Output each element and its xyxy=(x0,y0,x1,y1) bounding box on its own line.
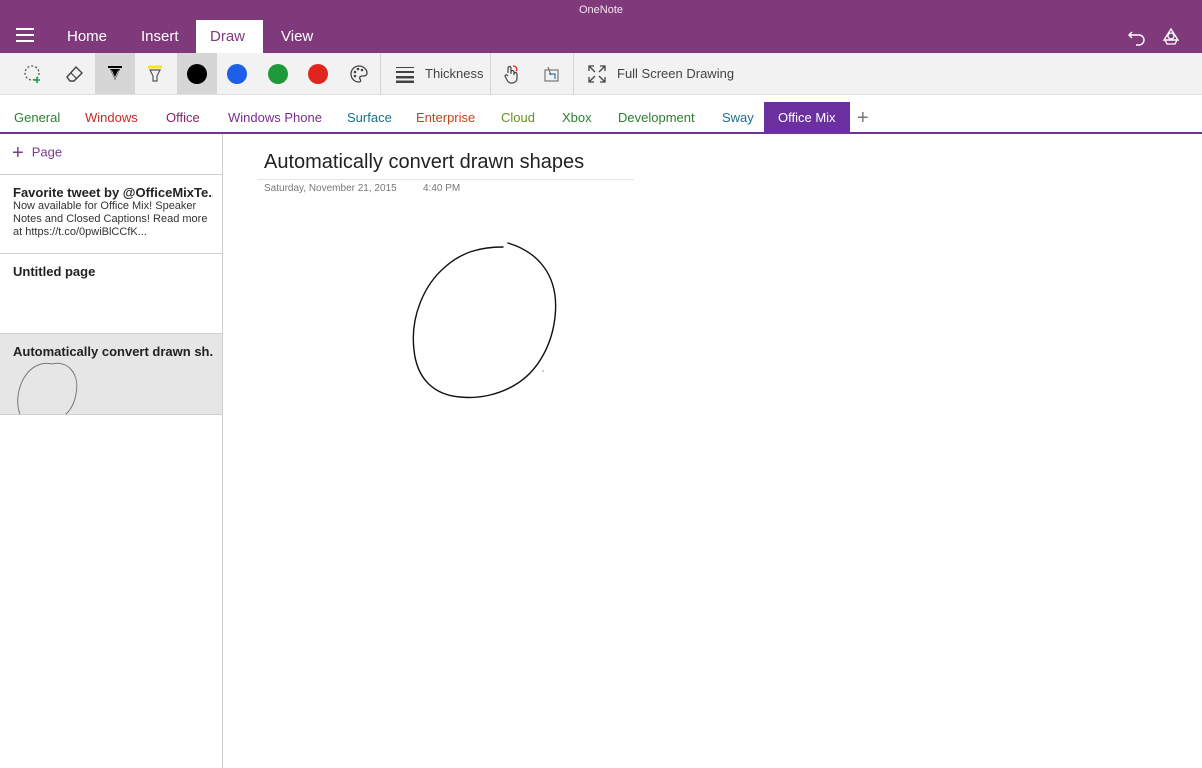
thickness-label[interactable]: Thickness xyxy=(425,66,484,81)
page-list-item-title: Favorite tweet by @OfficeMixTe... xyxy=(13,185,213,200)
sync-notebook-icon[interactable] xyxy=(1161,26,1181,46)
draw-with-touch-tool[interactable] xyxy=(491,53,531,94)
touch-draw-icon xyxy=(504,64,518,84)
page-list-item-title: Automatically convert drawn sh... xyxy=(13,344,213,359)
highlighter-icon xyxy=(148,65,162,82)
tab-view[interactable]: View xyxy=(267,20,327,53)
pen-icon xyxy=(108,65,122,80)
color-red-swatch[interactable] xyxy=(298,53,338,94)
color-green-swatch[interactable] xyxy=(258,53,298,94)
thickness-tool[interactable] xyxy=(385,53,425,94)
toolbar-separator xyxy=(573,53,574,94)
page-list-item-preview: Now available for Office Mix! Speaker No… xyxy=(13,200,208,238)
section-tab-office[interactable]: Office xyxy=(166,102,200,133)
ink-to-shape-tool[interactable] xyxy=(532,53,572,94)
add-page-label: Page xyxy=(31,144,63,160)
tab-home[interactable]: Home xyxy=(53,20,121,53)
pen-tool[interactable] xyxy=(95,53,135,94)
full-screen-drawing-label[interactable]: Full Screen Drawing xyxy=(617,66,734,81)
section-tab-surface[interactable]: Surface xyxy=(347,102,392,133)
page-list: + Page Favorite tweet by @OfficeMixTe... … xyxy=(0,134,223,768)
plus-icon: + xyxy=(12,142,24,164)
section-tab-development[interactable]: Development xyxy=(618,102,695,133)
more-colors-tool[interactable] xyxy=(339,53,379,94)
title-bar: OneNote Home Insert Draw View xyxy=(0,0,1202,53)
page-canvas[interactable] xyxy=(223,134,1202,768)
section-tab-windows[interactable]: Windows xyxy=(85,102,138,133)
color-black-swatch[interactable] xyxy=(177,53,217,94)
page-list-item-selected[interactable]: Automatically convert drawn sh... xyxy=(0,333,222,415)
title-underline xyxy=(258,179,634,180)
section-tab-cloud[interactable]: Cloud xyxy=(501,102,535,133)
page-list-item[interactable]: Untitled page xyxy=(0,253,222,334)
page-time: 4:40 PM xyxy=(423,183,461,194)
eraser-icon xyxy=(66,65,83,82)
lasso-select-icon xyxy=(24,64,40,83)
color-palette-icon xyxy=(350,64,368,83)
color-blue-dot xyxy=(227,63,247,84)
ink-thumbnail xyxy=(17,362,78,414)
section-tab-sway[interactable]: Sway xyxy=(722,102,754,133)
page-list-item[interactable]: Favorite tweet by @OfficeMixTe... Now av… xyxy=(0,174,222,254)
eraser-tool[interactable] xyxy=(54,53,94,94)
color-blue-swatch[interactable] xyxy=(217,53,257,94)
add-section-icon[interactable]: + xyxy=(857,106,875,130)
ink-drawing-circle[interactable] xyxy=(400,235,570,410)
section-tab-windows-phone[interactable]: Windows Phone xyxy=(228,102,322,133)
thickness-icon xyxy=(396,66,414,83)
color-red-dot xyxy=(308,63,328,84)
ink-to-shape-icon xyxy=(544,66,559,82)
section-tab-office-mix[interactable]: Office Mix xyxy=(764,102,850,133)
highlighter-tool[interactable] xyxy=(135,53,175,94)
draw-toolbar: Thickness Full Screen Drawing xyxy=(0,53,1202,95)
tab-insert[interactable]: Insert xyxy=(127,20,193,53)
page-date: Saturday, November 21, 2015 xyxy=(264,183,397,194)
color-black-dot xyxy=(187,63,207,84)
section-tabs: General Windows Office Windows Phone Sur… xyxy=(0,102,1202,133)
tab-draw[interactable]: Draw xyxy=(196,20,263,53)
undo-icon[interactable] xyxy=(1127,26,1147,46)
toolbar-separator xyxy=(380,53,381,94)
section-tab-general[interactable]: General xyxy=(14,102,60,133)
page-title[interactable]: Automatically convert drawn shapes xyxy=(264,151,584,174)
add-page-button[interactable]: + Page xyxy=(12,142,63,164)
lasso-select-tool[interactable] xyxy=(13,53,53,94)
app-title: OneNote xyxy=(578,4,624,16)
full-screen-drawing-tool[interactable] xyxy=(577,53,617,94)
section-tab-enterprise[interactable]: Enterprise xyxy=(416,102,475,133)
hamburger-menu-icon[interactable] xyxy=(14,24,36,48)
section-tab-xbox[interactable]: Xbox xyxy=(562,102,592,133)
page-list-item-title: Untitled page xyxy=(13,264,96,279)
color-green-dot xyxy=(268,63,288,84)
expand-icon xyxy=(588,64,606,83)
